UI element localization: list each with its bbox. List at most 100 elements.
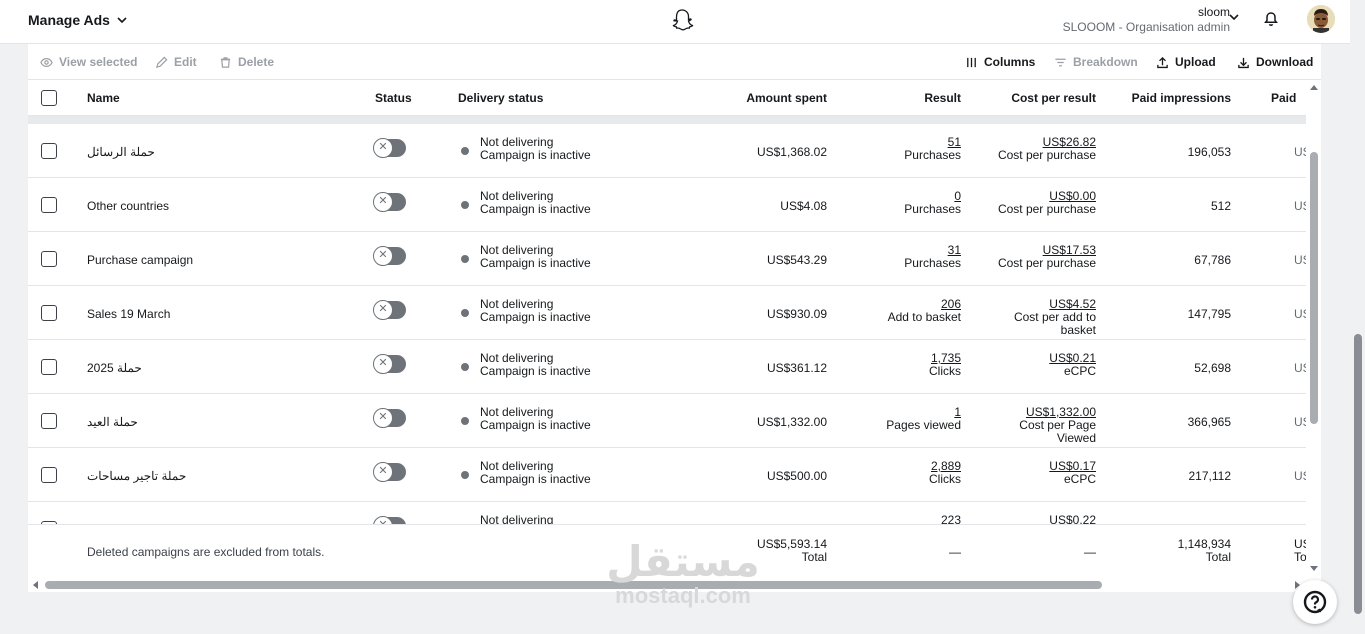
edit-label: Edit xyxy=(174,55,197,69)
status-toggle[interactable]: ✕ xyxy=(373,300,406,320)
manage-ads-menu[interactable]: Manage Ads xyxy=(28,12,128,28)
table-row[interactable]: حملة 2025 ✕ Not delivering Campaign is inac… xyxy=(28,340,1306,394)
campaign-name[interactable]: حملة الرسائل xyxy=(87,145,155,159)
result-type: Purchases xyxy=(904,148,961,162)
table-row[interactable]: Purchase campaign ✕ Not delivering Campaign… xyxy=(28,232,1306,286)
result: 206 Add to basket xyxy=(888,298,961,324)
edit-button[interactable]: Edit xyxy=(155,55,197,69)
horizontal-scroll-thumb[interactable] xyxy=(45,581,1102,589)
delete-label: Delete xyxy=(238,55,275,69)
paid-impressions: 217,112 xyxy=(1188,469,1232,483)
cost-type: eCPC xyxy=(1063,472,1096,486)
campaign-name[interactable]: Sales 19 March xyxy=(87,307,170,321)
column-header-name[interactable]: Name xyxy=(87,91,120,105)
result-value-link[interactable]: 223 xyxy=(941,514,961,525)
campaign-name[interactable]: Purchase campaign xyxy=(87,253,193,267)
user-name: sloom xyxy=(1197,5,1230,19)
column-header-status[interactable]: Status xyxy=(375,91,412,105)
table-row[interactable]: حملة العيد ✕ Not delivering Campaign is ina… xyxy=(28,394,1306,448)
bell-icon[interactable] xyxy=(1263,11,1279,27)
row-checkbox[interactable] xyxy=(41,305,57,321)
column-header-paid[interactable]: Paid xyxy=(1271,91,1296,105)
delivery-status-dot xyxy=(461,471,469,479)
result-type: Purchases xyxy=(904,202,961,216)
cost-type-continued: Viewed xyxy=(1056,431,1096,445)
delivery-status-dot xyxy=(461,201,469,209)
cost-type: Cost per purchase xyxy=(997,256,1096,270)
breakdown-button[interactable]: Breakdown xyxy=(1054,55,1138,69)
page-scrollbar[interactable] xyxy=(1350,0,1365,634)
watermark: مستقل mostaql.com xyxy=(598,540,768,608)
snapchat-logo-icon[interactable] xyxy=(669,8,695,34)
status-toggle[interactable]: ✕ xyxy=(373,246,406,266)
row-checkbox[interactable] xyxy=(41,251,57,267)
status-toggle[interactable]: ✕ xyxy=(373,138,406,158)
status-toggle[interactable]: ✕ xyxy=(373,462,406,482)
paid-cell: US xyxy=(1294,307,1306,321)
delivery-status-detail: Campaign is inactive xyxy=(480,364,591,378)
amount-spent: US$543.29 xyxy=(766,253,827,267)
column-header-cost-per-result[interactable]: Cost per result xyxy=(1011,91,1096,105)
avatar[interactable] xyxy=(1307,5,1335,33)
campaigns-panel: View selected Edit Delete Columns Breakd… xyxy=(28,44,1321,592)
cost-per-result: US$26.82 Cost per purchase xyxy=(998,136,1096,162)
vertical-scroll-thumb[interactable] xyxy=(1310,152,1318,424)
columns-button[interactable]: Columns xyxy=(965,55,1035,69)
column-header-delivery-status[interactable]: Delivery status xyxy=(458,91,543,105)
total-paid-impressions: 1,148,934 Total xyxy=(1178,538,1231,564)
scroll-down-arrow-icon[interactable] xyxy=(1310,564,1318,572)
scroll-up-arrow-icon[interactable] xyxy=(1310,84,1318,92)
paid-impressions: 366,965 xyxy=(1187,415,1231,429)
amount-spent: US$1,368.02 xyxy=(756,145,827,159)
top-bar: Manage Ads sloom SLOOOM - Organisation a… xyxy=(0,0,1350,44)
table-row[interactable]: ✕Not delivering223US$0.22US xyxy=(28,502,1306,524)
download-button[interactable]: Download xyxy=(1237,55,1313,69)
view-selected-button[interactable]: View selected xyxy=(40,55,138,69)
campaign-name[interactable]: حملة العيد xyxy=(87,415,138,429)
campaign-name[interactable]: حملة 2025 xyxy=(87,361,142,375)
row-checkbox[interactable] xyxy=(41,197,57,213)
status-toggle[interactable]: ✕ xyxy=(373,192,406,212)
result-type: Clicks xyxy=(929,364,961,378)
eye-icon xyxy=(40,57,53,67)
vertical-scrollbar[interactable] xyxy=(1306,80,1321,578)
cost-value-link[interactable]: US$0.22 xyxy=(1049,514,1096,525)
campaign-name[interactable]: حملة تاجير مساحات xyxy=(87,469,186,483)
column-header-paid-impressions[interactable]: Paid impressions xyxy=(1132,91,1231,105)
close-icon: ✕ xyxy=(373,354,393,374)
paid-cell: US xyxy=(1294,469,1306,483)
status-toggle[interactable]: ✕ xyxy=(373,354,406,374)
watermark-latin: mostaql.com xyxy=(615,583,751,608)
view-selected-label: View selected xyxy=(59,55,138,69)
row-checkbox[interactable] xyxy=(41,143,57,159)
status-toggle[interactable]: ✕ xyxy=(373,516,406,524)
paid-cell: US xyxy=(1294,199,1306,213)
campaign-name[interactable]: Other countries xyxy=(87,199,169,213)
table-row[interactable]: حملة تاجير مساحات ✕ Not delivering Campaign… xyxy=(28,448,1306,502)
table-row[interactable]: Sales 19 March ✕ Not delivering Campaign is… xyxy=(28,286,1306,340)
column-header-result[interactable]: Result xyxy=(924,91,961,105)
row-checkbox[interactable] xyxy=(41,359,57,375)
column-header-amount-spent[interactable]: Amount spent xyxy=(746,91,827,105)
breakdown-label: Breakdown xyxy=(1073,55,1138,69)
status-toggle[interactable]: ✕ xyxy=(373,408,406,428)
amount-spent: US$930.09 xyxy=(766,307,827,321)
close-icon: ✕ xyxy=(373,192,393,212)
chevron-down-icon[interactable] xyxy=(1228,11,1240,23)
amount-spent: US$361.12 xyxy=(766,361,827,375)
delivery-status: Not delivering Campaign is inactive xyxy=(480,244,591,270)
page-scroll-thumb[interactable] xyxy=(1354,334,1362,614)
result: 223 xyxy=(941,514,961,525)
row-checkbox[interactable] xyxy=(41,413,57,429)
select-all-checkbox[interactable] xyxy=(41,90,57,106)
user-menu[interactable]: sloom SLOOOM - Organisation admin xyxy=(990,5,1230,35)
row-checkbox[interactable] xyxy=(41,467,57,483)
paid-impressions: 196,053 xyxy=(1187,145,1231,159)
help-button[interactable] xyxy=(1293,580,1337,624)
delete-button[interactable]: Delete xyxy=(219,55,274,69)
table-row[interactable]: Other countries ✕ Not delivering Campaign i… xyxy=(28,178,1306,232)
table-row[interactable]: حملة الرسائل ✕ Not delivering Campaign is i… xyxy=(28,124,1306,178)
upload-button[interactable]: Upload xyxy=(1156,55,1216,69)
scroll-left-arrow-icon[interactable] xyxy=(32,581,40,589)
delivery-status-detail: Campaign is inactive xyxy=(480,472,591,486)
